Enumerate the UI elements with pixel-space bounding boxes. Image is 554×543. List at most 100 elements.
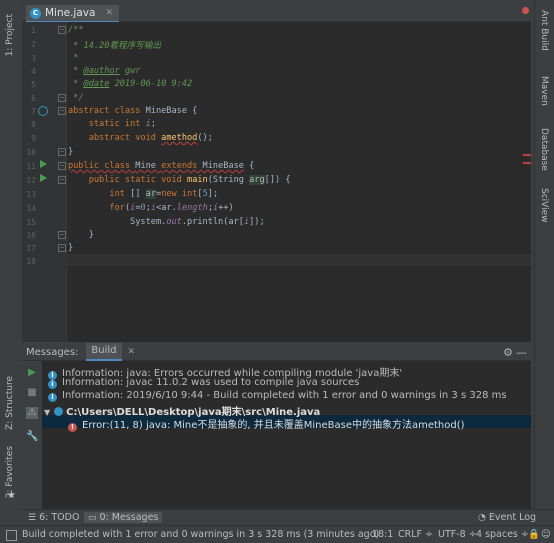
bottom-tool-tabs: ☰ 6: TODO ▭ 0: Messages ◔ Event Log xyxy=(22,509,554,526)
line-number: 12 xyxy=(26,176,36,185)
close-build-tab-icon[interactable]: ✕ xyxy=(128,347,136,357)
lock-icon[interactable]: 🔒 xyxy=(528,529,540,540)
file-encoding[interactable]: UTF-8 ÷ xyxy=(438,529,477,540)
todo-icon: ☰ xyxy=(28,512,37,523)
run-main-icon[interactable] xyxy=(40,174,47,182)
code-line: * @date 2019-06-10 9:42 xyxy=(68,79,193,89)
build-tab[interactable]: Build xyxy=(86,343,122,361)
event-log-tab[interactable]: ◔ Event Log xyxy=(478,512,536,523)
fold-icon[interactable]: − xyxy=(58,94,66,102)
code-line: * xyxy=(68,53,79,63)
code-line: abstract void amethod(); xyxy=(88,133,213,143)
project-tool-tab[interactable]: 1: Project xyxy=(5,14,15,56)
error-stripe-mark[interactable] xyxy=(523,162,531,164)
todo-tab[interactable]: ☰ 6: TODO xyxy=(28,512,79,523)
fold-icon[interactable]: − xyxy=(58,26,66,34)
error-indicator-icon[interactable] xyxy=(522,7,529,14)
line-number: 4 xyxy=(31,67,36,76)
line-number: 7 xyxy=(31,107,36,116)
database-label: Database xyxy=(539,128,549,171)
structure-tool-tab[interactable]: Z: Structure xyxy=(5,376,15,430)
run-class-icon[interactable] xyxy=(40,160,47,168)
error-stripe-mark[interactable] xyxy=(523,154,531,156)
line-number: 6 xyxy=(31,94,36,103)
fold-icon[interactable]: − xyxy=(58,148,66,156)
messages-toolbar: ▶ ■ ⚠ 🔧 xyxy=(22,361,43,509)
indent-setting[interactable]: 4 spaces ÷ xyxy=(476,529,529,540)
code-line: System.out.println(ar[i]); xyxy=(68,217,265,227)
rerun-icon[interactable]: ▶ xyxy=(26,367,38,379)
status-text[interactable]: Build completed with 1 error and 0 warni… xyxy=(22,529,379,540)
code-line: } xyxy=(68,147,74,157)
sciview-label: SciView xyxy=(539,188,549,223)
code-line: for(i=0;i<ar.length;i++) xyxy=(109,203,234,213)
messages-tab[interactable]: ▭ 0: Messages xyxy=(84,512,163,523)
close-tab-icon[interactable]: ✕ xyxy=(105,8,113,18)
status-bar: Build completed with 1 error and 0 warni… xyxy=(0,525,554,543)
current-line-highlight xyxy=(66,254,531,266)
caret-position[interactable]: 18:1 xyxy=(372,529,393,540)
structure-tab-label: Z: Structure xyxy=(5,376,15,430)
right-tool-stripe: Ant Build Maven Database SciView xyxy=(534,0,554,542)
messages-label: 0: Messages xyxy=(99,512,159,523)
panel-title: Messages: xyxy=(26,346,79,358)
line-number: 8 xyxy=(31,120,36,129)
maven-tab[interactable]: Maven xyxy=(539,76,549,106)
message-info[interactable]: i Information: 2019/6/10 9:44 - Build com… xyxy=(48,390,507,402)
fold-icon[interactable]: − xyxy=(58,107,66,115)
code-line: public class Mine extends MineBase { xyxy=(68,161,255,171)
line-number: 1 xyxy=(31,26,36,35)
editor-tab-mine-java[interactable]: C Mine.java ✕ xyxy=(26,5,119,23)
message-error[interactable]: ! Error:(11, 8) java: Mine不是抽象的, 并且未覆盖Min… xyxy=(68,416,465,432)
fold-icon[interactable]: − xyxy=(58,231,66,239)
gear-icon[interactable]: ⚙ xyxy=(503,346,513,359)
line-number: 3 xyxy=(31,54,36,63)
todo-label: 6: TODO xyxy=(39,512,80,523)
message-text: Information: 2019/6/10 9:44 - Build comp… xyxy=(62,390,507,401)
fold-icon[interactable]: − xyxy=(58,244,66,252)
line-number: 11 xyxy=(26,162,36,171)
message-text: Information: javac 11.0.2 was used to co… xyxy=(62,377,360,388)
project-tab-label: 1: Project xyxy=(5,14,15,57)
implemented-marker-icon[interactable] xyxy=(38,106,48,116)
line-number: 2 xyxy=(31,40,36,49)
code-line: * 14.20看程序写输出 xyxy=(68,41,161,51)
minimize-icon[interactable]: — xyxy=(516,346,527,359)
info-icon: i xyxy=(48,380,57,389)
line-number: 16 xyxy=(26,231,36,240)
line-number: 14 xyxy=(26,204,36,213)
editor-tab-label: Mine.java xyxy=(45,7,96,19)
line-number: 9 xyxy=(31,134,36,143)
line-number: 5 xyxy=(31,80,36,89)
show-warnings-icon[interactable]: ⚠ xyxy=(26,407,38,419)
line-separator[interactable]: CRLF ÷ xyxy=(398,529,433,540)
ant-build-tab[interactable]: Ant Build xyxy=(539,10,549,51)
toggle-tool-windows-icon[interactable] xyxy=(6,530,17,541)
java-class-icon: C xyxy=(30,7,41,19)
left-tool-stripe: 1: Project Z: Structure 2: Favorites ★ xyxy=(0,0,23,542)
code-line: * @author gwr xyxy=(68,66,141,76)
code-line: } xyxy=(68,243,74,253)
editor-tab-bar: C Mine.java ✕ xyxy=(22,4,531,23)
notifications-icon[interactable]: ☺ xyxy=(541,529,551,540)
line-number: 10 xyxy=(26,148,36,157)
database-tab[interactable]: Database xyxy=(539,128,549,171)
star-icon: ★ xyxy=(7,490,16,501)
maven-label: Maven xyxy=(539,76,549,106)
fold-icon[interactable]: − xyxy=(58,162,66,170)
settings-wrench-icon[interactable]: 🔧 xyxy=(26,431,38,443)
error-text: Error:(11, 8) java: Mine不是抽象的, 并且未覆盖Mine… xyxy=(82,420,465,431)
fold-icon[interactable]: − xyxy=(58,176,66,184)
code-line: static int i; xyxy=(88,119,156,129)
expand-arrow-icon[interactable]: ▼ xyxy=(44,408,50,417)
stop-icon[interactable]: ■ xyxy=(26,387,38,399)
code-line: */ xyxy=(68,93,84,103)
ant-build-label: Ant Build xyxy=(539,10,549,51)
event-log-icon: ◔ xyxy=(478,512,486,523)
message-info[interactable]: i Information: javac 11.0.2 was used to c… xyxy=(48,377,359,389)
code-line: abstract class MineBase { xyxy=(68,106,198,116)
messages-icon: ▭ xyxy=(88,512,97,523)
code-line: public static void main(String arg[]) { xyxy=(88,175,291,185)
line-number: 18 xyxy=(26,257,36,266)
sciview-tab[interactable]: SciView xyxy=(539,188,549,223)
